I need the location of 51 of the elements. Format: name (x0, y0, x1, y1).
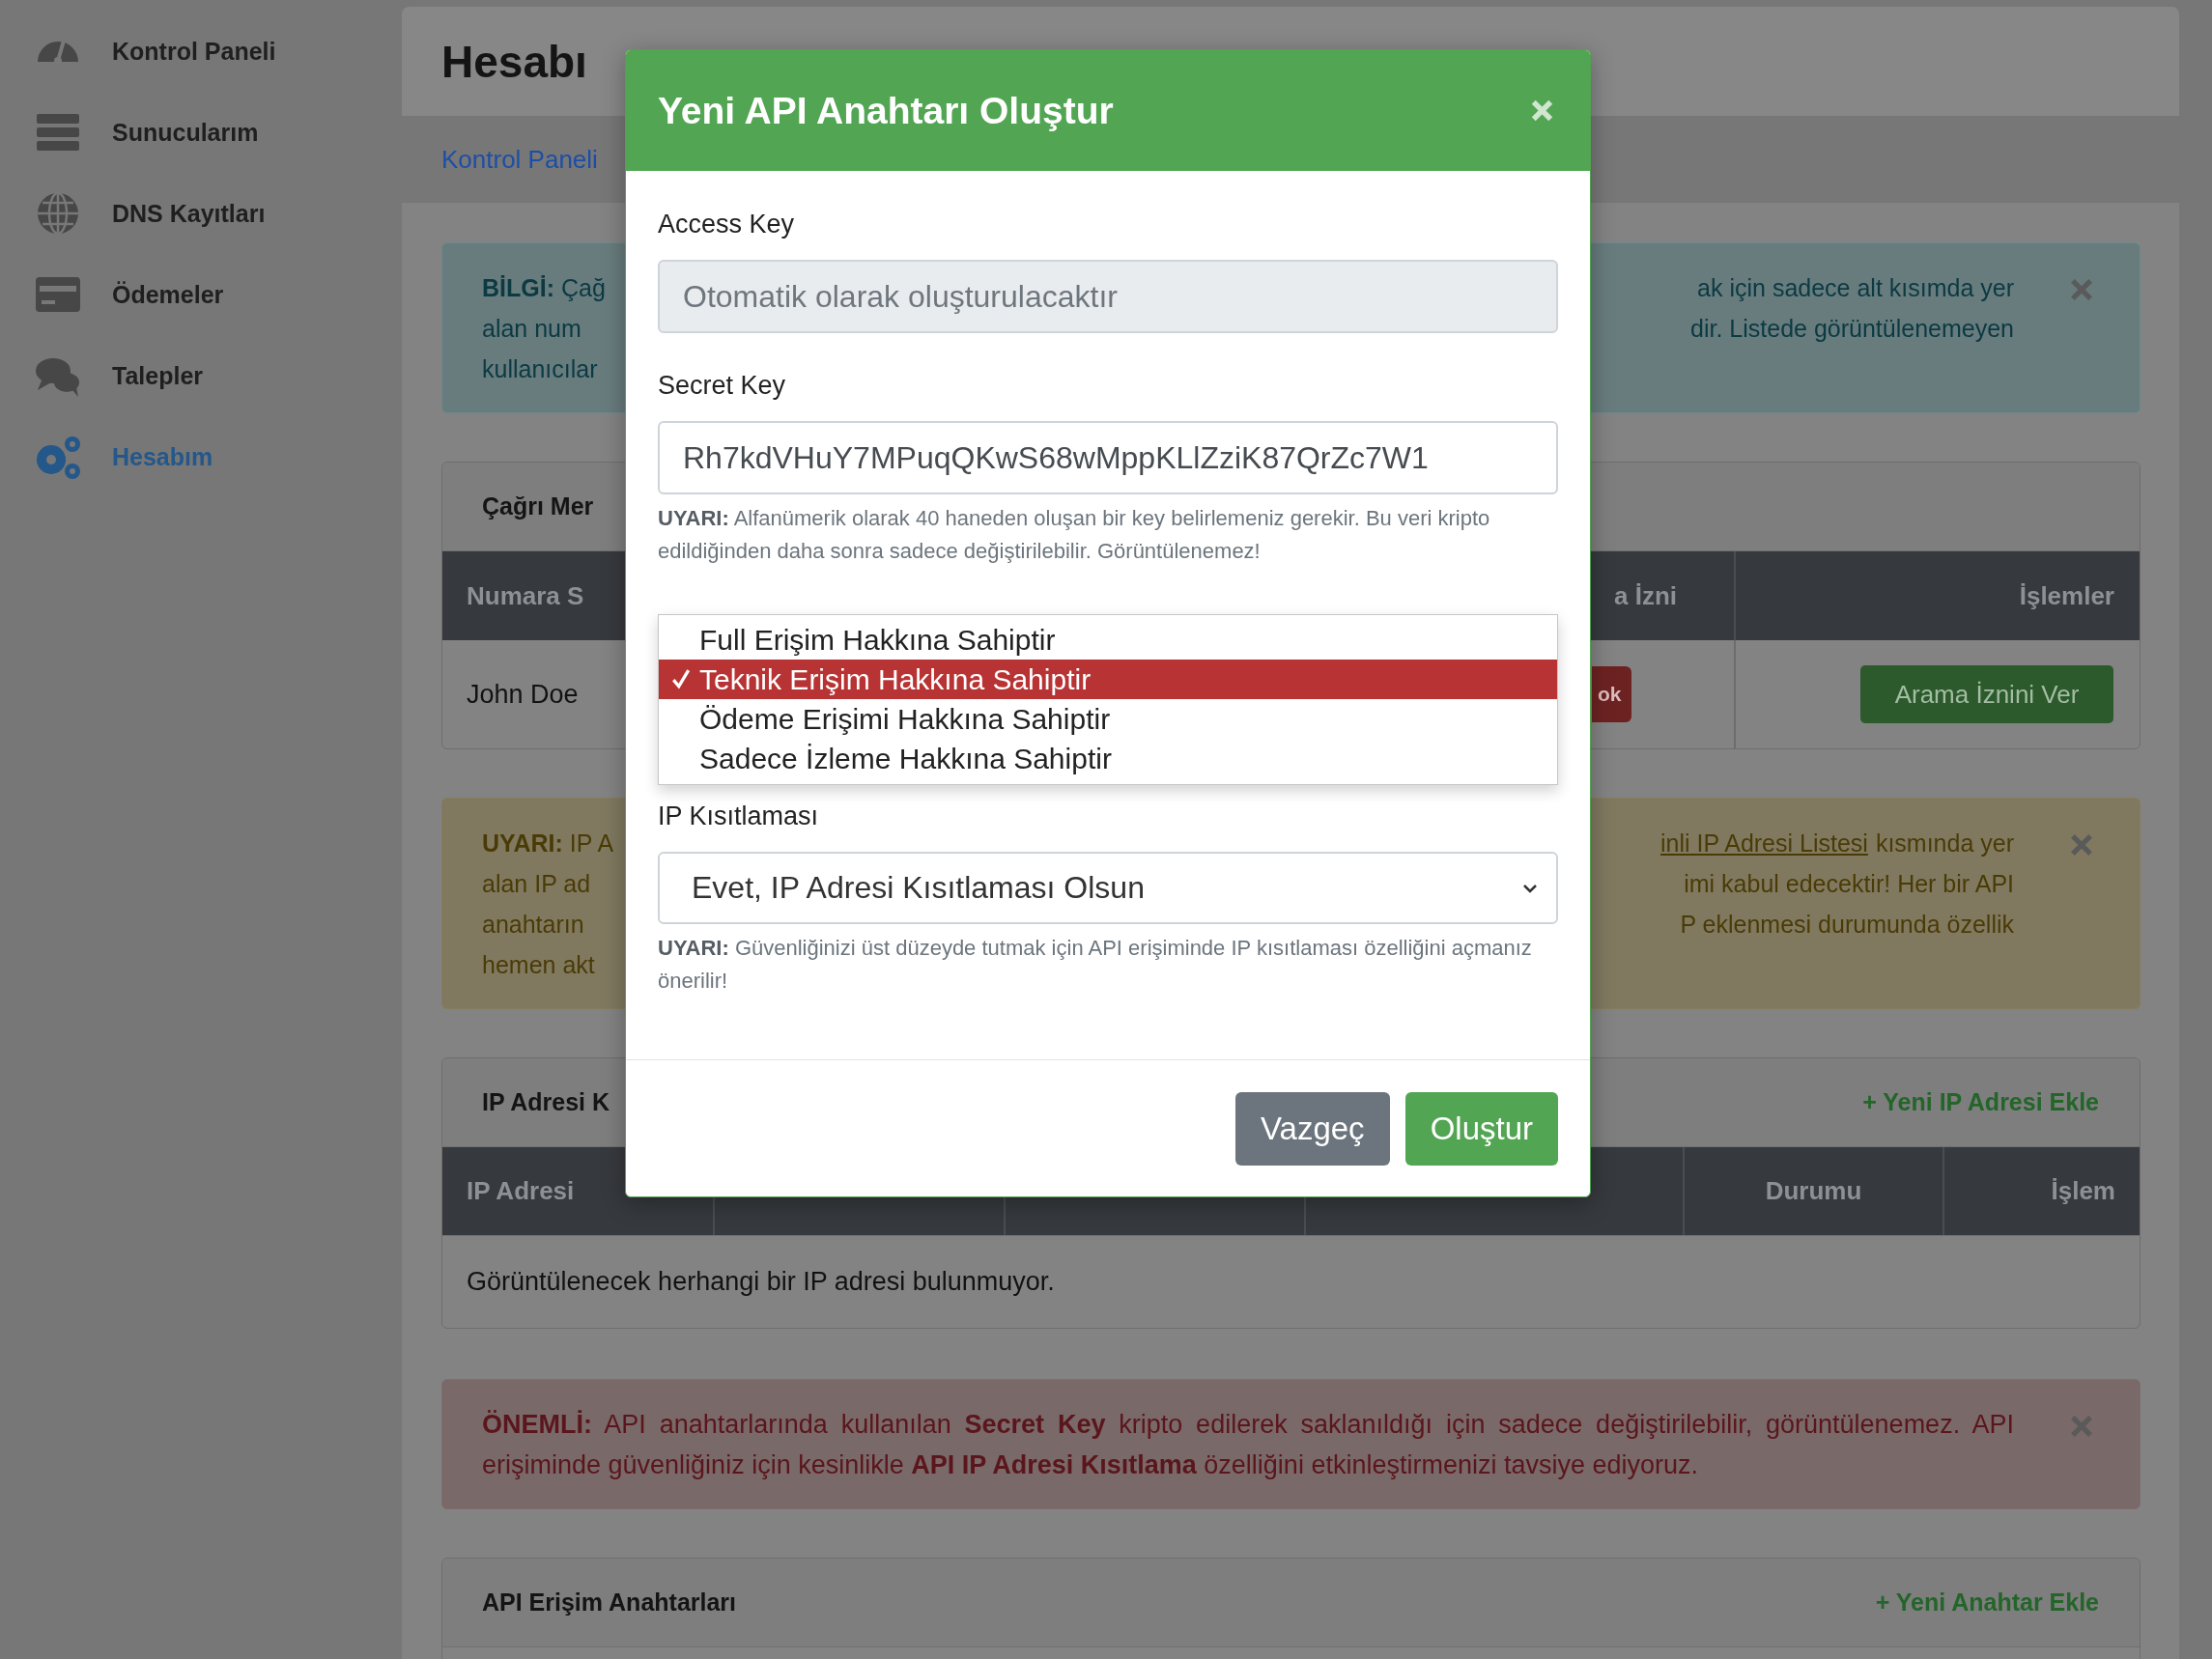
sidebar-item[interactable]: Sunucularım (0, 92, 402, 173)
dropdown-option[interactable]: Full Erişim Hakkına Sahiptir (659, 620, 1557, 660)
close-icon[interactable] (2069, 277, 2094, 302)
column-header: İşlem (1943, 1147, 2140, 1235)
sidebar-item[interactable]: Ödemeler (0, 254, 402, 335)
sidebar-item[interactable]: DNS Kayıtları (0, 173, 402, 254)
card-title: API Erişim Anahtarları (482, 1589, 737, 1617)
cancel-button[interactable]: Vazgeç (1235, 1092, 1390, 1166)
alert-text: ak için sadece alt kısımda yer (1696, 273, 2014, 303)
alert-text: P eklenmesi durumunda özellik (1680, 911, 2014, 938)
alert-text: kısmında yer (1875, 830, 2014, 857)
alert-text: hemen akt (482, 950, 596, 980)
card-title: Çağrı Mer (482, 492, 594, 520)
alert-text: BİLGİ: Çağ (482, 273, 607, 303)
close-icon[interactable] (2069, 832, 2094, 858)
select-field[interactable]: Evet, IP Adresi Kısıtlaması Olsun (658, 852, 1558, 924)
field-label: IP Kısıtlaması (658, 801, 820, 832)
dropdown-option[interactable]: Ödeme Erişimi Hakkına Sahiptir (659, 699, 1557, 739)
alert-text: alan num (482, 314, 582, 344)
card-title: IP Adresi K (482, 1088, 610, 1116)
alert-text: kullanıcılar (482, 354, 599, 384)
field-label: Access Key (658, 209, 796, 240)
column-header: a İzni (1613, 579, 1678, 612)
column-header: Numara S (466, 579, 585, 612)
column-header: Durumu (1683, 1147, 1943, 1235)
empty-message: Görüntülenecek herhangi bir IP adresi bulunmuyor. (466, 1266, 1056, 1298)
ip-list-link[interactable]: inli IP Adresi Listesi (1659, 830, 1868, 857)
close-icon[interactable] (2069, 1414, 2094, 1439)
create-button[interactable]: Oluştur (1404, 1092, 1558, 1166)
help-text: UYARI: Güvenliğinizi üst düzeyde tutmak için API erişiminde IP kısıtlaması özelliğini açmanız önerilir! (658, 935, 1533, 995)
grant-call-button[interactable]: Arama İznini Ver (1860, 665, 2113, 723)
sidebar-item[interactable]: Kontrol Paneli (0, 11, 402, 92)
field-label: Secret Key (658, 370, 787, 402)
alert-text: ÖNEMLİ: API anahtarlarında kullanılan Secret Key kripto edilerek saklanıldığı için sadece değiştirilebilir, görüntülenemez. API erişiminde güvenliğiniz için kesinlikle API IP Adresi Kısıtlama özelliğini etkinleştirmenizi tavsiye ediyoruz. (482, 1409, 2014, 1481)
page-title: Hesabı (441, 35, 587, 88)
alert-text: imi kabul edecektir! Her bir API (1684, 870, 2014, 897)
alert-text: anahtarın (482, 910, 585, 940)
alert-text: dir. Listede görüntülenemeyen (1689, 314, 2014, 344)
input-field[interactable]: Rh7kdVHuY7MPuqQKwS68wMppKLlZziK87QrZc7W1 (658, 421, 1558, 494)
modal-title: Yeni API Anahtarı Oluştur (658, 89, 1114, 132)
help-text: UYARI: Alfanümerik olarak 40 haneden oluşan bir key belirlemeniz gerekir. Bu veri kripto edildiğinden daha sonra sadece değiştirilebilir. Görüntülenemez! (658, 505, 1491, 565)
sidebar-item[interactable]: Talepler (0, 335, 402, 416)
dropdown-option[interactable]: Teknik Erişim Hakkına Sahiptir (659, 660, 1557, 699)
column-header: IP Adresi (466, 1175, 576, 1207)
dropdown-option[interactable]: Sadece İzleme Hakkına Sahiptir (659, 739, 1557, 778)
check-icon (670, 668, 692, 689)
alert-text: alan IP ad (482, 869, 592, 899)
table-cell-text: John Doe (466, 678, 580, 711)
column-header: İşlemler (1734, 551, 2140, 640)
status-badge: ok (1592, 666, 1631, 722)
alert-text: UYARI: IP A (482, 829, 615, 858)
